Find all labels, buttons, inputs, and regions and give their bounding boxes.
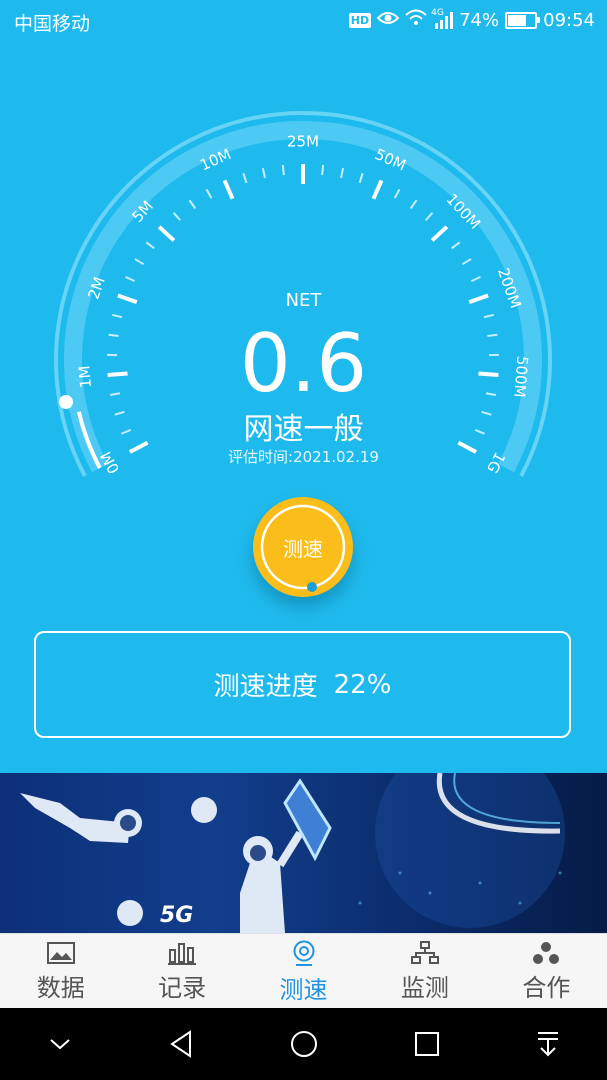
gauge-minor-tick [461, 258, 472, 266]
banner-5g-tag: 5G [160, 903, 194, 928]
cooperation-icon [533, 942, 560, 964]
chevron-down-icon[interactable] [47, 1034, 73, 1054]
gauge-minor-tick [393, 188, 401, 199]
astronaut-floating [20, 793, 142, 843]
gauge-major-tick [222, 179, 235, 200]
gauge-minor-tick [358, 172, 364, 184]
gauge-minor-tick [205, 188, 213, 199]
system-navigation-bar [0, 1008, 607, 1080]
gauge-minor-tick [281, 164, 285, 176]
gauge-minor-tick [125, 275, 135, 283]
astronaut-standing [240, 830, 304, 933]
nav-label-data: 数据 [36, 974, 85, 1002]
nav-item-cooperation[interactable]: 合作 [486, 934, 607, 1009]
nav-label-monitor: 监测 [400, 974, 449, 1002]
gauge-major-tick [157, 225, 176, 242]
speed-test-progress: 测速进度 22% [34, 631, 571, 738]
clock: 09:54 [543, 9, 595, 31]
promo-banner[interactable]: 5G [0, 773, 607, 933]
gauge-tick-label: 25M [287, 133, 319, 151]
nav-label-records: 记录 [158, 974, 207, 1002]
progress-value: 22% [333, 669, 392, 700]
nav-item-records[interactable]: 记录 [121, 934, 242, 1009]
battery-icon [505, 11, 541, 29]
gauge-minor-tick [321, 164, 325, 176]
gauge-minor-tick [409, 199, 418, 209]
nav-label-speedtest: 测速 [279, 976, 328, 1004]
button-progress-ring [260, 504, 346, 592]
network-icon [410, 941, 439, 964]
gauge-minor-tick [188, 199, 197, 209]
gauge-minor-tick [134, 258, 145, 266]
status-bar: 中国移动 HD 4G 74% 09:54 [0, 0, 607, 42]
battery-level [508, 14, 526, 26]
hd-icon: HD [348, 12, 372, 28]
gauge-minor-tick [172, 212, 181, 221]
nav-item-speedtest[interactable]: 测速 [243, 934, 364, 1009]
gauge-minor-tick [340, 167, 345, 179]
nav-label-cooperation: 合作 [522, 974, 571, 1002]
gauge-minor-tick [242, 172, 248, 184]
image-icon [46, 942, 75, 964]
evaluation-time: 评估时间:2021.02.19 [228, 448, 379, 466]
nav-item-data[interactable]: 数据 [0, 934, 121, 1009]
back-icon[interactable] [166, 1029, 196, 1059]
gear-bubble [191, 797, 217, 823]
button-progress-dot [307, 582, 317, 592]
speed-gauge: 0M 1M 2M 5M 10M 25M 50M 100M 200M 500M 1G NET 0.6 … [0, 40, 607, 500]
bar-chart-icon [168, 943, 197, 965]
gauge-minor-tick [451, 241, 461, 250]
speed-test-button[interactable]: 测速 [253, 497, 353, 597]
nav-item-monitor[interactable]: 监测 [364, 934, 485, 1009]
notification-pull-icon[interactable] [535, 1029, 561, 1059]
gauge-minor-tick [425, 212, 434, 221]
network-type: 4G [431, 7, 444, 18]
gauge-major-tick [430, 225, 449, 242]
progress-label: 测速进度 [213, 672, 318, 702]
net-label: NET [285, 290, 322, 311]
gauge-major-tick [371, 179, 384, 200]
network-quality: 网速一般 [243, 412, 364, 447]
eye-icon [376, 10, 400, 31]
gauge-minor-tick [145, 241, 155, 250]
carrier-name: 中国移动 [14, 13, 91, 35]
wifi-icon [405, 9, 427, 31]
recents-icon[interactable] [412, 1029, 442, 1059]
banner-illustration [20, 773, 565, 933]
home-icon[interactable] [289, 1029, 319, 1059]
battery-percent: 74% [459, 9, 500, 31]
bottom-navigation: 数据 记录 测速 监测 合作 [0, 933, 607, 1009]
webcam-icon [293, 940, 315, 966]
gauge-minor-tick [261, 167, 266, 179]
status-icons: HD 4G 74% 09:54 [348, 8, 595, 31]
signal-icon: 4G [431, 8, 454, 29]
speed-value: 0.6 [239, 317, 368, 410]
gauge-minor-tick [471, 275, 481, 283]
